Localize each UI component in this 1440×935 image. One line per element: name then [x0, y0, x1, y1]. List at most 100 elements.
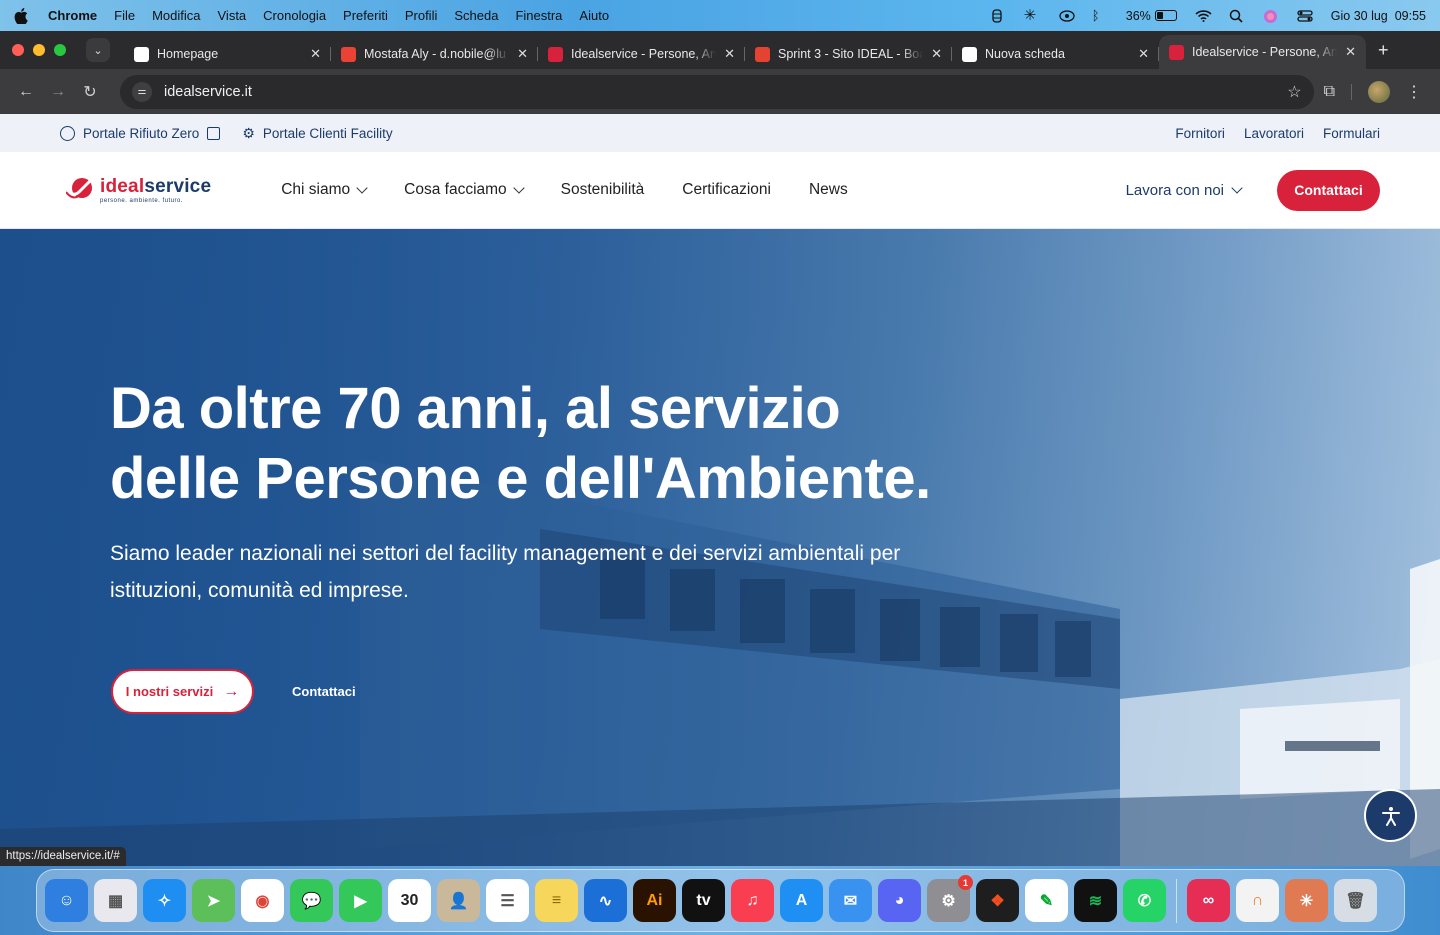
utility-bar: Portale Rifiuto Zero ⚙ Portale Clienti F…: [0, 114, 1440, 152]
freeform-icon[interactable]: ∿: [584, 879, 627, 922]
notes-icon[interactable]: ≡: [535, 879, 578, 922]
link-portale-clienti-facility[interactable]: ⚙ Portale Clienti Facility: [242, 125, 392, 142]
close-tab-icon[interactable]: ✕: [724, 46, 735, 62]
trash-icon[interactable]: 🗑: [1334, 879, 1377, 922]
menu-profili[interactable]: Profili: [405, 8, 438, 23]
contacts-icon[interactable]: 👤: [437, 879, 480, 922]
claude-icon[interactable]: ✳: [1285, 879, 1328, 922]
maps-icon[interactable]: ➤: [192, 879, 235, 922]
main-navigation: idealservice persone. ambiente. futuro. …: [0, 152, 1440, 229]
wifi-icon[interactable]: [1195, 9, 1212, 23]
hero-heading-line-1: Da oltre 70 anni, al servizio: [110, 376, 841, 441]
close-tab-icon[interactable]: ✕: [517, 46, 528, 62]
siri-icon[interactable]: [1263, 9, 1279, 23]
calendar-icon[interactable]: 30: [388, 879, 431, 922]
figma-icon[interactable]: ❖: [976, 879, 1019, 922]
menu-file[interactable]: File: [114, 8, 135, 23]
messages-icon[interactable]: 💬: [290, 879, 333, 922]
nostri-servizi-button[interactable]: I nostri servizi →: [111, 669, 254, 714]
reminders-icon[interactable]: ☰: [486, 879, 529, 922]
tab-title: Idealservice - Persone, Ambiente: [571, 47, 717, 61]
extensions-icon[interactable]: ⧉: [1324, 83, 1335, 101]
nav-item-certificazioni[interactable]: Certificazioni: [682, 181, 771, 199]
spotlight-search-icon[interactable]: [1229, 9, 1245, 23]
browser-tab[interactable]: Sprint 3 - Sito IDEAL - Board ✕: [745, 39, 952, 69]
browser-tab[interactable]: Idealservice - Persone, Ambiente ✕: [538, 39, 745, 69]
safari-icon[interactable]: ✧: [143, 879, 186, 922]
menu-modifica[interactable]: Modifica: [152, 8, 200, 23]
whatsapp-icon[interactable]: ✆: [1123, 879, 1166, 922]
accessibility-button[interactable]: [1364, 789, 1417, 842]
menu-scheda[interactable]: Scheda: [454, 8, 498, 23]
menu-app-name[interactable]: Chrome: [48, 8, 97, 23]
close-window-button[interactable]: [12, 44, 24, 56]
back-icon[interactable]: ←: [10, 76, 42, 108]
apple-icon[interactable]: [14, 7, 28, 25]
facetime-icon[interactable]: ▶: [339, 879, 382, 922]
menu-aiuto[interactable]: Aiuto: [579, 8, 609, 23]
fold-icon[interactable]: ∩: [1236, 879, 1279, 922]
menu-preferiti[interactable]: Preferiti: [343, 8, 388, 23]
hero-contattaci-link[interactable]: Contattaci: [292, 684, 356, 699]
minimize-window-button[interactable]: [33, 44, 45, 56]
menu-cronologia[interactable]: Cronologia: [263, 8, 326, 23]
nav-item-chi-siamo[interactable]: Chi siamo: [281, 181, 368, 199]
idealservice-logo[interactable]: idealservice persone. ambiente. futuro.: [65, 177, 211, 204]
bookmark-star-icon[interactable]: ☆: [1287, 82, 1301, 102]
lavora-con-noi-menu[interactable]: Lavora con noi: [1126, 182, 1243, 199]
browser-tab[interactable]: Mostafa Aly - d.nobile@lu ✕: [331, 39, 538, 69]
control-center-icon[interactable]: [1297, 9, 1313, 23]
browser-tab[interactable]: Homepage ✕: [124, 39, 331, 69]
settings-icon[interactable]: ⚙ 1: [927, 875, 973, 922]
link-lavoratori[interactable]: Lavoratori: [1244, 126, 1304, 141]
discord-icon[interactable]: ◕: [878, 879, 921, 922]
bluetooth-icon[interactable]: ᛒ: [1092, 8, 1108, 23]
close-tab-icon[interactable]: ✕: [931, 46, 942, 62]
site-info-icon[interactable]: ⚌: [132, 81, 152, 102]
close-tab-icon[interactable]: ✕: [1345, 44, 1356, 60]
nav-item-sostenibilit-[interactable]: Sostenibilità: [561, 181, 645, 199]
address-bar[interactable]: ⚌ idealservice.it ☆: [120, 74, 1314, 109]
contattaci-button[interactable]: Contattaci: [1277, 169, 1380, 211]
launchpad-icon[interactable]: ▦: [94, 879, 137, 922]
spotify-icon[interactable]: ≋: [1074, 879, 1117, 922]
evernote-icon[interactable]: ✎: [1025, 879, 1068, 922]
figma-menubar-icon[interactable]: [990, 8, 1006, 23]
browser-tab[interactable]: Nuova scheda ✕: [952, 39, 1159, 69]
close-tab-icon[interactable]: ✕: [1138, 46, 1149, 62]
new-tab-button[interactable]: +: [1378, 40, 1389, 61]
claude-menubar-icon[interactable]: ✳: [1024, 8, 1040, 23]
menubar-clock[interactable]: Gio 30 lug 09:55: [1331, 9, 1426, 23]
forward-icon[interactable]: →: [42, 76, 74, 108]
chrome-menu-icon[interactable]: ⋮: [1406, 82, 1422, 102]
browser-tab-active[interactable]: Idealservice - Persone, Ambiente ✕: [1159, 35, 1366, 69]
primary-nav-links: Chi siamo Cosa facciamo Sostenibilità Certi…: [281, 181, 848, 199]
battery-indicator[interactable]: 36%: [1126, 9, 1177, 23]
close-tab-icon[interactable]: ✕: [310, 46, 321, 62]
menu-vista[interactable]: Vista: [218, 8, 247, 23]
finder-icon[interactable]: ☺: [45, 879, 88, 922]
nav-item-cosa-facciamo[interactable]: Cosa facciamo: [404, 181, 525, 199]
link-formulari[interactable]: Formulari: [1323, 126, 1380, 141]
utility-link-label: Portale Clienti Facility: [262, 125, 393, 141]
creative-cloud-icon[interactable]: ∞: [1187, 879, 1230, 922]
screen-share-icon[interactable]: [1058, 9, 1075, 23]
mail-icon[interactable]: ✉: [829, 879, 872, 922]
menu-finestra[interactable]: Finestra: [515, 8, 562, 23]
notification-badge: 1: [958, 875, 973, 890]
chrome-icon[interactable]: ◉: [241, 879, 284, 922]
profile-avatar[interactable]: [1368, 80, 1390, 103]
utility-link-label: Portale Rifiuto Zero: [83, 125, 200, 141]
appletv-icon[interactable]: tv: [682, 879, 725, 922]
link-fornitori[interactable]: Fornitori: [1175, 126, 1225, 141]
nav-item-news[interactable]: News: [809, 181, 848, 199]
illustrator-icon[interactable]: Ai: [633, 879, 676, 922]
idealservice-icon: [548, 46, 563, 62]
link-portale-rifiuto-zero[interactable]: Portale Rifiuto Zero: [60, 125, 221, 141]
tab-search-chevron-icon[interactable]: ⌄: [86, 38, 110, 62]
nav-right: Lavora con noi Contattaci: [1126, 169, 1380, 211]
appstore-icon[interactable]: A: [780, 879, 823, 922]
music-icon[interactable]: ♫: [731, 879, 774, 922]
zoom-window-button[interactable]: [54, 44, 66, 56]
reload-icon[interactable]: ↻: [74, 76, 106, 108]
